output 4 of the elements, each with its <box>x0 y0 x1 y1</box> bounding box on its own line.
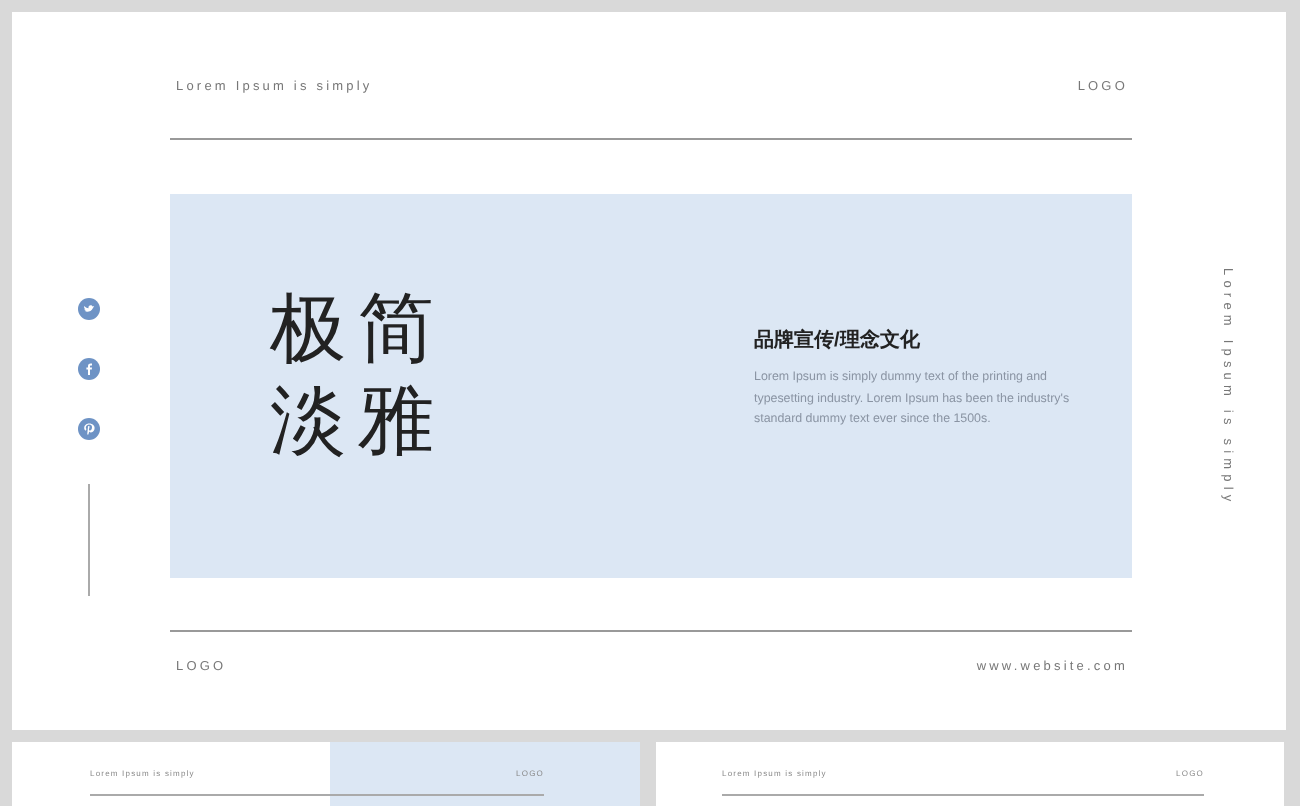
subtitle: 品牌宣传/理念文化 <box>754 326 922 354</box>
title-text: 极简 <box>270 282 448 374</box>
title-text: 淡雅 <box>270 374 448 466</box>
bird-icon[interactable] <box>77 298 99 320</box>
